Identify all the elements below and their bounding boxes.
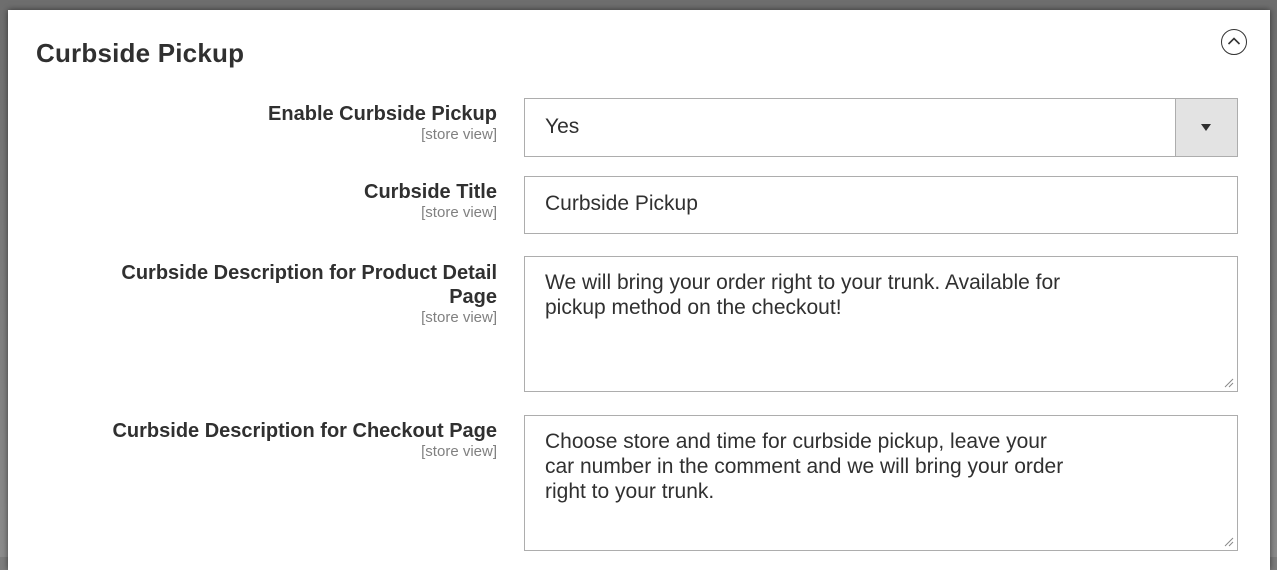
triangle-down-icon xyxy=(1201,124,1211,131)
curbside-title-scope: [store view] xyxy=(421,204,497,221)
section-title: Curbside Pickup xyxy=(36,38,245,68)
enable-curbside-value: Yes xyxy=(545,115,580,138)
checkout-desc-label-group: Curbside Description for Checkout Page [… xyxy=(112,419,497,461)
checkout-desc-value: Choose store and time for curbside picku… xyxy=(545,430,1064,503)
resize-grip-icon[interactable] xyxy=(1224,537,1234,547)
checkout-desc-label: Curbside Description for Checkout Page xyxy=(112,420,497,442)
collapse-section-button[interactable] xyxy=(1221,29,1247,55)
chevron-up-icon xyxy=(1227,37,1241,45)
enable-curbside-label-group: Enable Curbside Pickup [store view] xyxy=(268,102,497,144)
product-desc-label-group: Curbside Description for Product Detail … xyxy=(121,261,497,327)
product-desc-label-line2: Page xyxy=(449,286,497,308)
resize-grip-icon[interactable] xyxy=(1224,378,1234,388)
curbside-title-label: Curbside Title xyxy=(364,181,497,203)
curbside-title-value: Curbside Pickup xyxy=(545,192,698,215)
product-desc-textarea[interactable]: We will bring your order right to your t… xyxy=(524,256,1238,392)
screenshot-frame: Curbside Pickup Enable Curbside Pickup [… xyxy=(0,0,1277,570)
product-desc-label-line1: Curbside Description for Product Detail xyxy=(121,262,497,284)
product-desc-scope: [store view] xyxy=(421,309,497,326)
enable-curbside-label: Enable Curbside Pickup xyxy=(268,103,497,125)
curbside-title-input[interactable]: Curbside Pickup xyxy=(524,176,1238,234)
checkout-desc-scope: [store view] xyxy=(421,443,497,460)
curbside-title-label-group: Curbside Title [store view] xyxy=(364,180,497,222)
dropdown-toggle[interactable] xyxy=(1175,99,1237,156)
enable-curbside-scope: [store view] xyxy=(421,126,497,143)
product-desc-value: We will bring your order right to your t… xyxy=(545,271,1061,319)
enable-curbside-select[interactable]: Yes xyxy=(524,98,1238,157)
checkout-desc-textarea[interactable]: Choose store and time for curbside picku… xyxy=(524,415,1238,551)
curbside-pickup-section: Curbside Pickup Enable Curbside Pickup [… xyxy=(8,10,1270,570)
